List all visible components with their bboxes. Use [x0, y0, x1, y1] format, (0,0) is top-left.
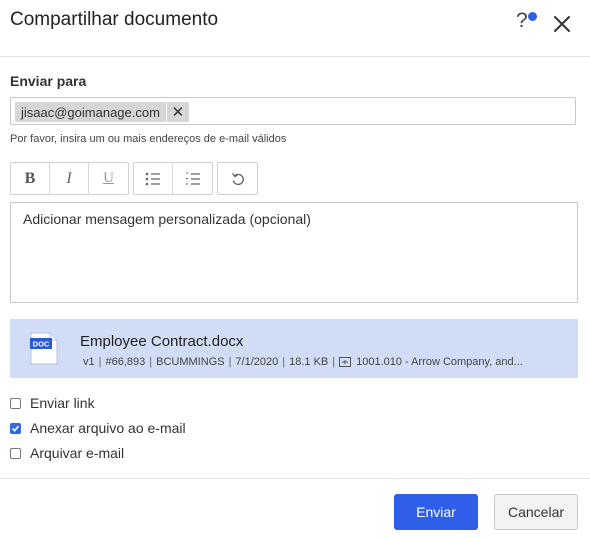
undo-icon	[231, 172, 244, 185]
option-send-link[interactable]: Enviar link	[10, 393, 95, 413]
italic-icon: I	[66, 169, 72, 187]
bold-button[interactable]: B	[11, 163, 50, 194]
text-format-group: B I U	[10, 162, 129, 195]
italic-button[interactable]: I	[50, 163, 89, 194]
recipient-email: jisaac@goimanage.com	[21, 104, 160, 120]
bulleted-list-icon	[145, 172, 160, 185]
attach-file-label: Anexar arquivo ao e-mail	[30, 420, 186, 436]
send-link-label: Enviar link	[30, 395, 95, 411]
file-size: 18.1 KB	[289, 356, 329, 368]
workspace-icon	[339, 357, 352, 367]
underline-icon: U	[103, 170, 114, 186]
history-group	[217, 162, 258, 195]
file-name: Employee Contract.docx	[80, 333, 244, 350]
send-link-checkbox[interactable]	[10, 397, 21, 409]
underline-button[interactable]: U	[89, 163, 128, 194]
cancel-button[interactable]: Cancelar	[494, 494, 578, 530]
footer-divider	[0, 478, 590, 479]
list-format-group	[133, 162, 213, 195]
close-button[interactable]	[550, 12, 574, 36]
attach-file-checkbox[interactable]	[10, 422, 21, 434]
file-version: v1	[83, 356, 95, 368]
dialog-title: Compartilhar documento	[10, 9, 219, 30]
doc-badge: DOC	[33, 340, 50, 349]
send-button[interactable]: Enviar	[394, 494, 478, 530]
message-placeholder: Adicionar mensagem personalizada (opcion…	[23, 211, 311, 227]
file-author: BCUMMINGS	[156, 356, 225, 368]
file-location: 1001.010 - Arrow Company, and...	[356, 356, 523, 368]
recipients-hint: Por favor, insira um ou mais endereços d…	[10, 133, 287, 145]
numbered-list-icon	[185, 172, 200, 185]
notification-dot	[528, 12, 537, 21]
archive-email-label: Arquivar e-mail	[30, 445, 125, 461]
recipient-chip: jisaac@goimanage.com ✕	[15, 102, 189, 122]
file-number: #66,893	[105, 356, 146, 368]
close-icon	[554, 16, 570, 32]
attached-file[interactable]: DOC Employee Contract.docx v1 | #66,893 | …	[10, 319, 578, 378]
header-divider	[0, 56, 590, 57]
file-meta: v1 | #66,893 | BCUMMINGS | 7/1/2020 | 18.1 K…	[83, 356, 523, 368]
remove-recipient-icon[interactable]: ✕	[165, 102, 189, 122]
checkmark-icon	[11, 425, 20, 432]
option-attach-file[interactable]: Anexar arquivo ao e-mail	[10, 418, 186, 438]
file-date: 7/1/2020	[235, 356, 279, 368]
message-textarea[interactable]: Adicionar mensagem personalizada (opcion…	[10, 202, 578, 303]
numbered-list-button[interactable]	[173, 163, 212, 194]
doc-file-icon: DOC	[30, 332, 58, 365]
bulleted-list-button[interactable]	[134, 163, 173, 194]
recipients-input[interactable]: jisaac@goimanage.com ✕	[10, 97, 576, 125]
option-archive-email[interactable]: Arquivar e-mail	[10, 443, 124, 463]
recipients-label: Enviar para	[10, 73, 87, 89]
bold-icon: B	[24, 169, 36, 187]
archive-email-checkbox[interactable]	[10, 447, 21, 459]
help-button[interactable]: ?	[516, 9, 542, 35]
undo-button[interactable]	[218, 163, 257, 194]
question-mark-icon: ?	[516, 9, 528, 32]
